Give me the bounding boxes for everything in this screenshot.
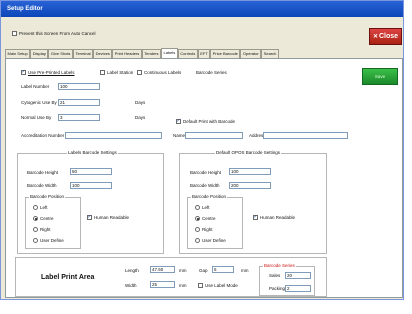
db-width-label: Barcode Width (190, 183, 220, 188)
check-icon: ✓ (21, 69, 26, 75)
use-label-mode-checkbox[interactable]: Use Label Mode (198, 283, 238, 288)
lb-radio-right[interactable]: Right (33, 227, 51, 232)
length-input[interactable]: 47.50 (150, 266, 175, 273)
labels-barcode-title: Labels Barcode Settings (67, 150, 118, 155)
db-width-input[interactable]: 200 (229, 182, 271, 189)
tab-search[interactable]: Search (261, 49, 279, 58)
label-number-label: Label Number (21, 84, 50, 89)
tab-labels[interactable]: Labels (161, 48, 178, 58)
default-print-checkbox[interactable]: ✓ Default Print with Barcode (176, 119, 235, 124)
tab-tenders[interactable]: Tenders (141, 49, 161, 58)
lb-position-title: Barcode Position (29, 194, 66, 199)
tab-strip: Main Setup Display Give Shots Terminal D… (5, 48, 403, 58)
setup-editor-window: Setup Editor Prevent this Screen From Au… (0, 0, 404, 300)
db-radio-centre[interactable]: Centre (195, 216, 216, 221)
packing-label: Packing (269, 286, 286, 291)
checkbox-icon (198, 283, 203, 288)
radio-icon (195, 227, 200, 232)
tab-display[interactable]: Display (30, 49, 49, 58)
tab-give-shots[interactable]: Give Shots (48, 49, 73, 58)
checkbox-icon (137, 70, 142, 75)
name-label: Name (173, 133, 186, 138)
check-icon: ✓ (253, 214, 258, 220)
radio-icon (33, 227, 38, 232)
gap-label: Gap (199, 268, 208, 273)
lb-radio-centre[interactable]: Centre (33, 216, 54, 221)
gap-unit: mm (241, 268, 249, 273)
db-radio-left[interactable]: Left (195, 205, 210, 210)
tab-operator[interactable]: Operator (240, 49, 262, 58)
lb-width-input[interactable]: 100 (70, 182, 112, 189)
radio-selected-icon (33, 216, 38, 221)
cytogenic-unit: Days (135, 100, 146, 105)
cytogenic-label: Cytogenic Use By (21, 100, 57, 105)
name-input[interactable] (185, 132, 243, 139)
length-label: Length (125, 268, 139, 273)
radio-icon (195, 238, 200, 243)
cytogenic-input[interactable]: 21 (58, 99, 100, 106)
accreditation-input[interactable] (65, 132, 162, 139)
use-preprinted-checkbox[interactable]: ✓ Use Pre-Printed Labels (21, 70, 75, 75)
tab-price-barcode[interactable]: Price Barcode (210, 49, 241, 58)
radio-icon (195, 205, 200, 210)
save-button[interactable]: Save (362, 68, 398, 85)
tab-devices[interactable]: Devices (93, 49, 113, 58)
db-radio-right[interactable]: Right (195, 227, 213, 232)
width-unit: mm (179, 283, 187, 288)
accreditation-label: Accreditation Number (21, 133, 65, 138)
db-height-label: Barcode Height (190, 170, 222, 175)
db-height-input[interactable]: 100 (229, 168, 271, 175)
gap-input[interactable]: 5 (212, 266, 234, 273)
lb-radio-user-define[interactable]: User Define (33, 238, 64, 243)
default-barcode-title: Default OPOS Barcode Settings (215, 150, 282, 155)
radio-icon (33, 238, 38, 243)
db-position-title: Barcode Position (191, 194, 228, 199)
length-unit: mm (179, 268, 187, 273)
prevent-autocancel-checkbox[interactable]: Prevent this Screen From Auto Cancel (12, 31, 96, 36)
label-number-input[interactable]: 100 (58, 83, 100, 90)
barcode-series-label: Barcode Series (196, 70, 227, 75)
db-human-readable-checkbox[interactable]: ✓ Human Readable (253, 215, 295, 220)
close-button[interactable]: ✕ Close (369, 28, 402, 45)
lb-width-label: Barcode Width (27, 183, 57, 188)
close-icon: ✕ (372, 34, 378, 40)
label-station-checkbox[interactable]: Label Station (100, 70, 133, 75)
lb-height-label: Barcode Height (27, 170, 59, 175)
normal-input[interactable]: 3 (58, 114, 100, 121)
check-icon: ✓ (87, 214, 92, 220)
checkbox-icon (12, 31, 17, 36)
tab-print-headers[interactable]: Print Headers (112, 49, 142, 58)
tab-terminal[interactable]: Terminal (72, 49, 94, 58)
sales-label: Sales (269, 273, 281, 278)
tab-eft[interactable]: EFT (197, 49, 211, 58)
lb-human-readable-checkbox[interactable]: ✓ Human Readable (87, 215, 129, 220)
check-icon: ✓ (176, 118, 181, 124)
tab-main-setup[interactable]: Main Setup (5, 49, 31, 58)
radio-selected-icon (195, 216, 200, 221)
normal-unit: Days (135, 115, 146, 120)
normal-label: Normal Use By (21, 115, 52, 120)
sales-input[interactable]: 20 (285, 272, 311, 279)
checkbox-icon (100, 70, 105, 75)
db-radio-user-define[interactable]: User Define (195, 238, 226, 243)
lb-height-input[interactable]: 50 (70, 168, 112, 175)
continuous-labels-checkbox[interactable]: Continuous Labels (137, 70, 181, 75)
radio-icon (33, 205, 38, 210)
packing-input[interactable]: 2 (285, 285, 311, 292)
address-input[interactable] (263, 132, 348, 139)
lb-radio-left[interactable]: Left (33, 205, 48, 210)
barcode-series-title: Barcode Series (263, 263, 296, 268)
window-title: Setup Editor (1, 1, 403, 17)
tab-controls[interactable]: Controls (177, 49, 198, 58)
width-label: Width (125, 283, 137, 288)
width-input[interactable]: 25 (150, 281, 175, 288)
label-print-area-title: Label Print Area (41, 274, 95, 281)
